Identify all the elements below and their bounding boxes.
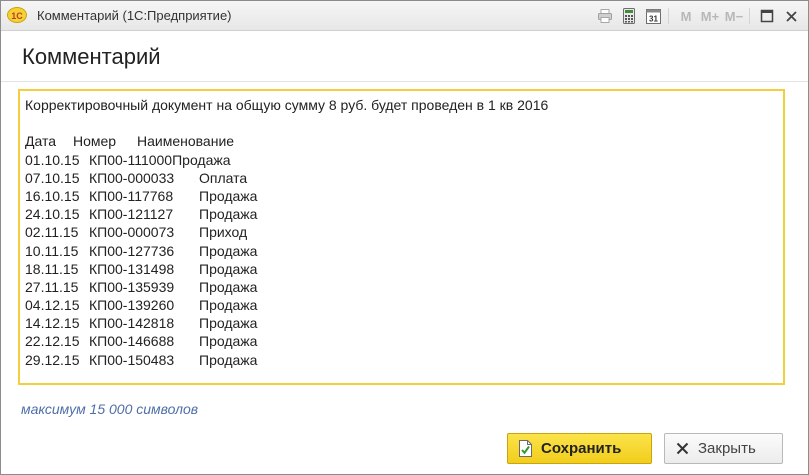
row-name: Продажа	[199, 333, 258, 350]
comment-row: 29.12.15 КП00-150483 Продажа	[25, 351, 783, 369]
row-date: 10.11.15	[25, 242, 79, 259]
page-title: Комментарий	[22, 44, 161, 69]
printer-icon[interactable]	[594, 5, 616, 27]
close-button-label: Закрыть	[698, 440, 756, 457]
header-divider	[1, 81, 808, 82]
app-logo-icon: 1С	[7, 7, 27, 23]
row-number: КП00-000073	[89, 224, 175, 241]
row-number: КП00-127736	[89, 242, 175, 259]
comment-intro: Корректировочный документ на общую сумму…	[25, 97, 549, 113]
row-number: КП00-139260	[89, 297, 175, 314]
toolbar-separator	[749, 8, 750, 24]
comment-window: 1С Комментарий (1С:Предприятие) 31 M M+ …	[0, 0, 809, 475]
row-name: Продажа	[199, 187, 258, 204]
row-name: Приход	[199, 224, 248, 241]
column-header-number: Номер	[73, 133, 117, 150]
row-date: 01.10.15	[25, 151, 80, 168]
column-header-name: Наименование	[137, 133, 235, 150]
row-name: Продажа	[199, 242, 258, 259]
row-number: КП00-111000	[89, 151, 173, 168]
row-date: 22.12.15	[25, 333, 80, 350]
calendar-day: 31	[649, 14, 658, 23]
comment-row: 18.11.15 КП00-131498 Продажа	[25, 260, 783, 278]
row-number: КП00-000033	[89, 169, 175, 186]
row-date: 16.10.15	[25, 187, 80, 204]
row-name: Продажа	[199, 297, 258, 314]
row-name: Продажа	[199, 278, 258, 295]
row-number: КП00-135939	[89, 278, 175, 295]
row-name: Продажа	[199, 206, 258, 223]
row-name: Продажа	[199, 351, 258, 368]
comment-row: 02.11.15 КП00-000073 Приход	[25, 223, 783, 241]
column-header-date: Дата	[25, 133, 57, 150]
comment-row: 24.10.15 КП00-121127 Продажа	[25, 205, 783, 223]
row-date: 27.11.15	[25, 278, 79, 295]
row-name: Продажа	[199, 260, 258, 277]
close-button[interactable]: Закрыть	[664, 433, 783, 464]
memory-minus-button[interactable]: M−	[723, 5, 745, 27]
row-date: 18.11.15	[25, 260, 79, 277]
calculator-icon[interactable]	[618, 5, 640, 27]
title-bar-toolbar: 31 M M+ M−	[592, 5, 802, 27]
title-bar[interactable]: 1С Комментарий (1С:Предприятие) 31 M M+ …	[1, 1, 808, 31]
comment-row: 04.12.15 КП00-139260 Продажа	[25, 296, 783, 314]
memory-button[interactable]: M	[675, 5, 697, 27]
row-date: 24.10.15	[25, 206, 80, 223]
memory-plus-button[interactable]: M+	[699, 5, 721, 27]
row-number: КП00-146688	[89, 333, 175, 350]
close-icon[interactable]	[780, 5, 802, 27]
maximize-icon[interactable]	[756, 5, 778, 27]
window-title: Комментарий (1С:Предприятие)	[37, 8, 232, 23]
x-icon	[674, 440, 690, 458]
row-date: 14.12.15	[25, 315, 80, 332]
row-number: КП00-121127	[89, 206, 174, 223]
row-name: Продажа	[199, 315, 258, 332]
toolbar-separator	[668, 8, 669, 24]
comment-row: 27.11.15 КП00-135939 Продажа	[25, 278, 783, 296]
row-number: КП00-142818	[89, 315, 175, 332]
row-date: 07.10.15	[25, 169, 80, 186]
row-number: КП00-117768	[89, 187, 174, 204]
row-name: Оплата	[199, 169, 248, 186]
comment-column-headers: Дата Номер Наименование	[25, 132, 783, 150]
comment-row: 10.11.15 КП00-127736 Продажа	[25, 242, 783, 260]
save-button[interactable]: Сохранить	[507, 433, 652, 464]
save-button-label: Сохранить	[541, 440, 622, 457]
row-date: 02.11.15	[25, 224, 79, 241]
comment-blank-line	[25, 114, 783, 132]
document-check-icon	[517, 440, 533, 458]
row-number: КП00-131498	[89, 260, 175, 277]
comment-textarea[interactable]: Корректировочный документ на общую сумму…	[18, 89, 785, 385]
comment-row: 16.10.15 КП00-117768 Продажа	[25, 187, 783, 205]
row-date: 29.12.15	[25, 351, 80, 368]
comment-row: 14.12.15 КП00-142818 Продажа	[25, 314, 783, 332]
row-number: КП00-150483	[89, 351, 175, 368]
row-name: Продажа	[172, 151, 231, 168]
character-limit-hint: максимум 15 000 символов	[21, 401, 199, 417]
row-date: 04.12.15	[25, 297, 80, 314]
comment-row: 01.10.15 КП00-111000 Продажа	[25, 151, 783, 169]
calendar-icon[interactable]: 31	[642, 5, 664, 27]
comment-row: 07.10.15 КП00-000033 Оплата	[25, 169, 783, 187]
comment-row: 22.12.15 КП00-146688 Продажа	[25, 332, 783, 350]
